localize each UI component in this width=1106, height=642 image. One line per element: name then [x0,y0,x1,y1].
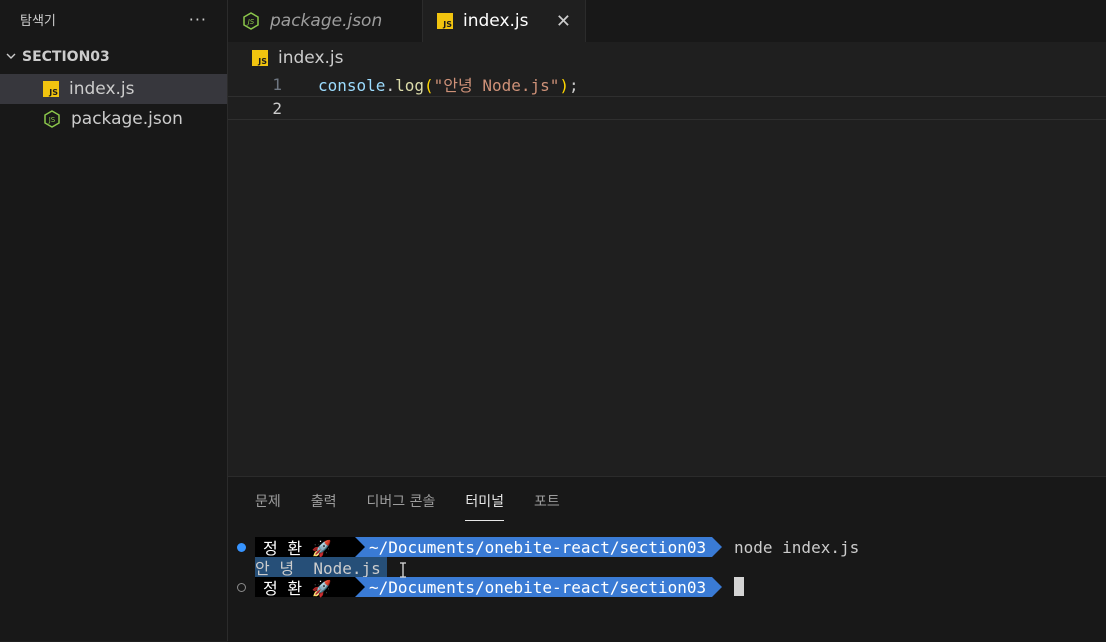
svg-text:JS: JS [246,18,255,26]
tab-index-js[interactable]: JS index.js ✕ [423,0,586,42]
line-content[interactable]: console.log("안녕 Node.js"); [318,72,579,96]
nodejs-file-icon: JS [242,12,260,30]
prompt-path-segment: ~/Documents/onebite-react/section03 [355,577,723,597]
token-string: "안녕 Node.js" [433,76,560,95]
file-label: package.json [71,109,183,129]
explorer-title: 탐색기 [20,13,56,29]
nodejs-file-icon: JS [43,110,61,128]
tab-package-json[interactable]: JS package.json [228,0,423,42]
token-paren-open: ( [423,76,434,95]
token-dot: . [385,76,396,95]
folder-label: SECTION03 [22,49,110,65]
terminal-prompt-line: 정 환 🚀 ~/Documents/onebite-react/section0… [228,537,1106,558]
tab-output[interactable]: 출력 [311,491,337,521]
editor-tab-bar: JS package.json JS index.js ✕ [228,0,1106,42]
token-object: console [318,76,386,95]
prompt-user-segment: 정 환 🚀 [255,577,355,598]
tab-label: index.js [463,11,529,31]
file-item-index-js[interactable]: JS index.js [0,74,227,104]
file-label: index.js [69,79,135,99]
tab-label: package.json [270,11,383,31]
tab-debug-console[interactable]: 디버그 콘솔 [367,491,436,521]
token-paren-close: ) [559,76,570,95]
terminal-command: node index.js [734,537,860,557]
more-actions-button[interactable]: ··· [189,10,207,29]
js-file-icon: JS [43,81,59,97]
line-number: 2 [272,98,282,118]
explorer-sidebar: 탐색기 ··· SECTION03 JS index.js JS package… [0,0,228,641]
explorer-header: 탐색기 ··· [0,0,227,38]
terminal-cursor [734,577,744,596]
text-cursor-ibeam-icon [398,562,408,582]
code-editor[interactable]: 1 console.log("안녕 Node.js"); 2 [228,72,1106,472]
terminal-output-line: 안 녕 Node.js [228,557,1106,578]
terminal-output: 안 녕 Node.js [255,557,387,578]
prompt-user-segment: 정 환 🚀 [255,537,355,558]
bottom-panel: 문제 출력 디버그 콘솔 터미널 포트 정 환 🚀 ~/Documents/on… [228,476,1106,642]
breadcrumb[interactable]: JS index.js [252,46,344,70]
line-number: 1 [272,74,282,94]
tab-problems[interactable]: 문제 [255,491,281,521]
code-line[interactable]: 1 console.log("안녕 Node.js"); [228,72,1106,96]
prompt-path-segment: ~/Documents/onebite-react/section03 [355,537,723,557]
command-pending-dot-icon[interactable] [237,583,246,592]
tab-ports[interactable]: 포트 [534,491,560,521]
tab-terminal[interactable]: 터미널 [465,491,505,521]
token-semicolon: ; [569,76,579,95]
folder-section03[interactable]: SECTION03 [0,40,227,74]
token-function: log [395,76,424,95]
close-icon[interactable]: ✕ [556,11,571,32]
js-file-icon: JS [437,13,453,29]
panel-tab-bar: 문제 출력 디버그 콘솔 터미널 포트 [255,491,590,521]
chevron-down-icon [4,50,18,65]
terminal-prompt-line: 정 환 🚀 ~/Documents/onebite-react/section0… [228,577,1106,598]
code-line-current[interactable]: 2 [228,96,1106,120]
breadcrumb-file[interactable]: index.js [278,48,344,68]
js-file-icon: JS [252,50,268,66]
file-item-package-json[interactable]: JS package.json [0,104,227,134]
svg-text:JS: JS [48,116,56,124]
command-success-dot-icon[interactable] [237,543,246,552]
